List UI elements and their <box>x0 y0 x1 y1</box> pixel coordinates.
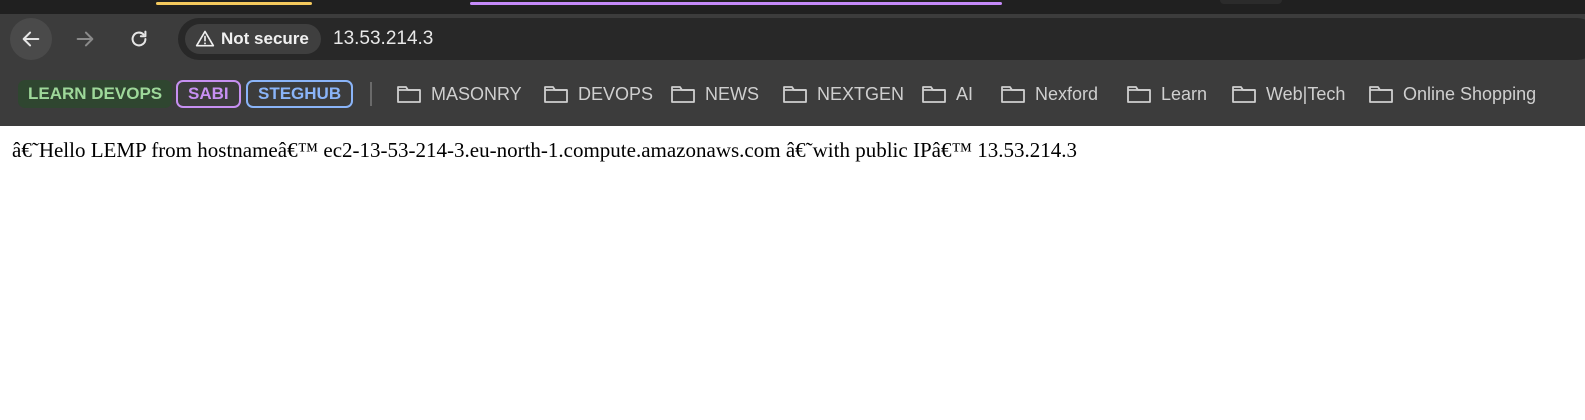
arrow-right-icon <box>76 31 94 47</box>
browser-chrome: Not secure 13.53.214.3 LEARN DEVOPS SABI… <box>0 0 1585 126</box>
folder-icon <box>544 86 568 103</box>
bookmarks-bar: LEARN DEVOPS SABI STEGHUB MASONRY DEVOPS… <box>0 66 1585 126</box>
security-label: Not secure <box>221 29 309 48</box>
bookmark-folder-label: Web|Tech <box>1266 83 1346 104</box>
bookmark-folder-label: NEXTGEN <box>817 83 905 104</box>
back-button[interactable] <box>10 18 52 60</box>
bookmark-learn-devops[interactable]: LEARN DEVOPS <box>18 80 173 108</box>
folder-icon <box>671 86 695 103</box>
bookmark-folder-nextgen[interactable]: NEXTGEN <box>782 80 904 108</box>
warning-triangle-icon <box>195 30 215 47</box>
active-tab[interactable] <box>1220 0 1282 4</box>
bookmark-folder-devops[interactable]: DEVOPS <box>543 80 653 108</box>
bookmark-folder-masonry[interactable]: MASONRY <box>396 80 522 108</box>
page-content: â€˜Hello LEMP from hostnameâ€™ ec2-13-53… <box>0 126 1585 420</box>
bookmark-folder-ai[interactable]: AI <box>921 80 973 108</box>
bookmark-folder-nexford[interactable]: Nexford <box>1000 80 1098 108</box>
bookmarks-separator <box>370 82 372 106</box>
folder-icon <box>922 86 946 103</box>
bookmark-folder-label: Online Shopping <box>1403 83 1537 104</box>
folder-icon <box>1127 86 1151 103</box>
bookmark-folder-learn[interactable]: Learn <box>1126 80 1207 108</box>
tab-group-indicator-yellow[interactable] <box>156 2 312 5</box>
bookmark-steghub[interactable]: STEGHUB <box>246 80 354 108</box>
url-text[interactable]: 13.53.214.3 <box>333 28 433 50</box>
bookmark-folder-label: NEWS <box>705 83 759 104</box>
folder-icon <box>1369 86 1393 103</box>
bookmark-folder-news[interactable]: NEWS <box>670 80 759 108</box>
reload-button[interactable] <box>118 18 160 60</box>
tab-group-indicator-purple[interactable] <box>470 2 1002 5</box>
bookmark-folder-web-tech[interactable]: Web|Tech <box>1231 80 1345 108</box>
forward-button[interactable] <box>64 18 106 60</box>
address-bar[interactable]: Not secure 13.53.214.3 <box>178 18 1585 60</box>
arrow-left-icon <box>22 31 40 47</box>
toolbar: Not secure 13.53.214.3 <box>0 14 1585 66</box>
bookmark-folder-label: MASONRY <box>431 83 522 104</box>
bookmark-folder-label: Nexford <box>1035 83 1099 104</box>
folder-icon <box>1232 86 1256 103</box>
bookmark-folder-online-shopping[interactable]: Online Shopping <box>1368 80 1536 108</box>
bookmark-sabi[interactable]: SABI <box>176 80 241 108</box>
tab-strip <box>0 0 1585 14</box>
folder-icon <box>783 86 807 103</box>
folder-icon <box>397 86 421 103</box>
bookmark-folder-label: AI <box>956 83 974 104</box>
folder-icon <box>1001 86 1025 103</box>
bookmark-folder-label: Learn <box>1161 83 1208 104</box>
security-indicator[interactable]: Not secure <box>185 24 321 54</box>
reload-icon <box>131 30 147 47</box>
page-body-text: â€˜Hello LEMP from hostnameâ€™ ec2-13-53… <box>12 138 1078 162</box>
bookmark-folder-label: DEVOPS <box>578 83 654 104</box>
